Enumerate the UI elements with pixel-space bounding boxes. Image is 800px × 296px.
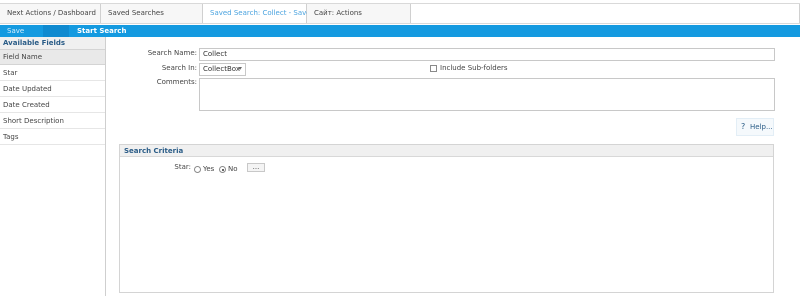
tab-label: Сайт: Actions (314, 9, 362, 17)
tab-label: Saved Searches (108, 9, 164, 17)
available-fields-title: Available Fields (0, 37, 105, 50)
search-criteria-panel: Search Criteria (119, 144, 774, 293)
tab-site-actions[interactable]: Сайт: Actions (307, 4, 411, 23)
search-name-label: Search Name: (147, 49, 197, 57)
start-search-button[interactable]: Start Search (77, 25, 126, 37)
star-no-radio[interactable] (219, 166, 226, 173)
help-button[interactable]: ? Help... (736, 118, 774, 136)
toolbar-separator (43, 25, 69, 37)
help-label: Help... (750, 123, 773, 131)
search-in-value: CollectBox (203, 65, 240, 73)
tab-saved-searches[interactable]: Saved Searches (101, 4, 203, 23)
include-subfolders-label: Include Sub-folders (440, 64, 508, 72)
tab-bar-empty (411, 4, 800, 23)
star-more-button[interactable]: ... (247, 163, 265, 172)
help-icon: ? (741, 122, 746, 131)
search-criteria-title: Search Criteria (120, 145, 773, 157)
comments-textarea[interactable] (199, 78, 775, 111)
tab-label: Next Actions / Dashboard (7, 9, 96, 17)
field-item-short-description[interactable]: Short Description (0, 113, 105, 129)
field-name-column-header[interactable]: Field Name (0, 50, 105, 65)
search-name-input[interactable]: Collect (199, 48, 775, 61)
comments-label: Comments: (156, 78, 197, 86)
star-criteria-label: Star: (174, 163, 191, 171)
tab-saved-search-collect[interactable]: Saved Search: Collect - Save (203, 4, 311, 23)
field-item-date-created[interactable]: Date Created (0, 97, 105, 113)
field-item-star[interactable]: Star (0, 65, 105, 81)
toolbar: Save Start Search (0, 25, 800, 37)
search-in-select[interactable]: CollectBox (199, 63, 246, 76)
search-in-label: Search In: (161, 64, 197, 72)
tab-bar: Next Actions / Dashboard Saved Searches … (0, 3, 800, 24)
field-item-date-updated[interactable]: Date Updated (0, 81, 105, 97)
available-fields-panel: Available Fields Field Name Star Date Up… (0, 37, 106, 296)
chevron-down-icon (238, 67, 242, 70)
include-subfolders-checkbox[interactable] (430, 65, 437, 72)
save-button[interactable]: Save (7, 25, 24, 37)
field-item-tags[interactable]: Tags (0, 129, 105, 145)
tab-next-actions-dashboard[interactable]: Next Actions / Dashboard (0, 4, 101, 23)
tab-label: Saved Search: Collect - Save (210, 9, 311, 17)
star-yes-label: Yes (203, 165, 215, 173)
star-no-label: No (228, 165, 238, 173)
star-yes-radio[interactable] (194, 166, 201, 173)
